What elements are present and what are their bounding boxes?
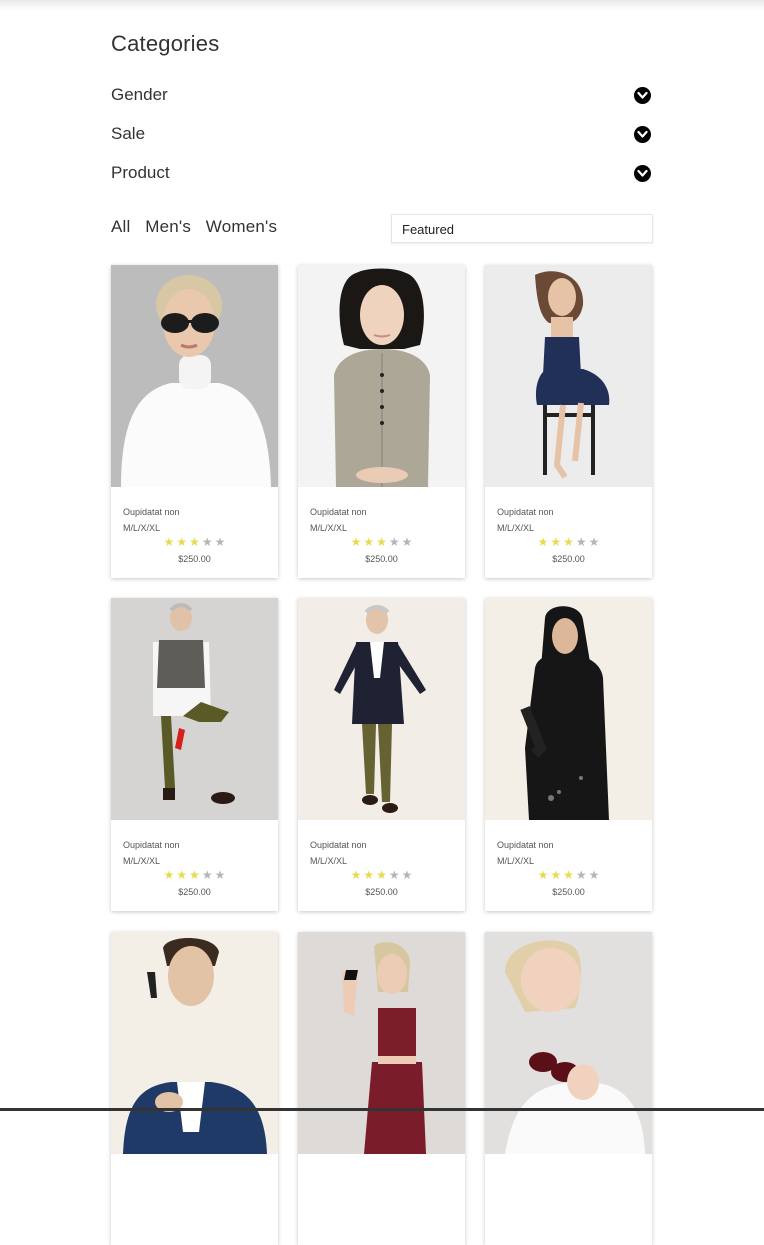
category-label: Sale [111, 124, 146, 143]
product-image [298, 265, 465, 487]
product-card[interactable]: Oupidatat non M/L/X/XL ★ ★ ★ ★ ★ $250.00 [485, 598, 652, 911]
product-card[interactable] [298, 932, 465, 1245]
product-card[interactable]: Oupidatat non M/L/X/XL ★ ★ ★ ★ ★ $250.00 [298, 598, 465, 911]
category-label: Product [111, 163, 170, 182]
star-filled-icon: ★ [376, 868, 387, 882]
star-filled-icon: ★ [176, 868, 188, 882]
product-sizes: M/L/X/XL [123, 856, 161, 866]
star-empty-icon: ★ [575, 535, 587, 549]
chevron-down-icon[interactable] [634, 87, 651, 104]
category-sale[interactable]: Sale [111, 122, 653, 148]
product-price: $250.00 [178, 554, 211, 564]
category-label: Gender [111, 85, 168, 104]
star-filled-icon: ★ [537, 868, 549, 882]
product-rating: ★ ★ ★ ★ ★ [485, 868, 652, 882]
product-price: $250.00 [552, 887, 585, 897]
product-sizes: M/L/X/XL [310, 856, 348, 866]
sort-select[interactable]: Featured [391, 214, 653, 243]
star-empty-icon: ★ [588, 535, 600, 549]
category-product[interactable]: Product [111, 161, 653, 187]
filter-tab-womens[interactable]: Women's [206, 217, 277, 236]
product-sizes: M/L/X/XL [497, 856, 535, 866]
star-filled-icon: ★ [163, 868, 175, 882]
star-empty-icon: ★ [588, 868, 600, 882]
star-filled-icon: ★ [563, 535, 574, 549]
star-filled-icon: ★ [563, 868, 574, 882]
product-name: Oupidatat non [497, 840, 554, 850]
product-image [298, 598, 465, 820]
star-filled-icon: ★ [189, 868, 200, 882]
chevron-down-icon[interactable] [634, 165, 651, 182]
product-price: $250.00 [365, 554, 398, 564]
product-rating: ★ ★ ★ ★ ★ [298, 868, 465, 882]
star-empty-icon: ★ [201, 868, 213, 882]
star-filled-icon: ★ [189, 535, 200, 549]
product-price: $250.00 [178, 887, 211, 897]
star-filled-icon: ★ [537, 535, 549, 549]
product-image [485, 598, 652, 820]
star-empty-icon: ★ [201, 535, 213, 549]
filter-tab-all[interactable]: All [111, 217, 131, 236]
star-filled-icon: ★ [363, 868, 375, 882]
top-shadow [0, 0, 764, 10]
product-image [111, 265, 278, 487]
star-empty-icon: ★ [401, 535, 413, 549]
star-empty-icon: ★ [388, 868, 400, 882]
star-empty-icon: ★ [214, 868, 226, 882]
product-name: Oupidatat non [497, 507, 554, 517]
star-empty-icon: ★ [401, 868, 413, 882]
product-rating: ★ ★ ★ ★ ★ [111, 535, 278, 549]
star-filled-icon: ★ [363, 535, 375, 549]
product-name: Oupidatat non [310, 840, 367, 850]
star-filled-icon: ★ [550, 868, 562, 882]
star-filled-icon: ★ [163, 535, 175, 549]
product-image [485, 265, 652, 487]
star-filled-icon: ★ [550, 535, 562, 549]
sort-select-value: Featured [402, 222, 455, 237]
star-filled-icon: ★ [350, 868, 362, 882]
categories-title: Categories [111, 31, 220, 56]
category-gender[interactable]: Gender [111, 83, 653, 109]
filter-tabs: All Men's Women's [111, 217, 287, 237]
chevron-down-icon[interactable] [634, 126, 651, 143]
star-filled-icon: ★ [176, 535, 188, 549]
star-empty-icon: ★ [388, 535, 400, 549]
product-card[interactable]: Oupidatat non M/L/X/XL ★ ★ ★ ★ ★ $250.00 [485, 265, 652, 578]
product-name: Oupidatat non [123, 507, 180, 517]
product-card[interactable] [111, 932, 278, 1245]
star-empty-icon: ★ [214, 535, 226, 549]
product-sizes: M/L/X/XL [310, 523, 348, 533]
product-card[interactable]: Oupidatat non M/L/X/XL ★ ★ ★ ★ ★ $250.00 [111, 598, 278, 911]
product-rating: ★ ★ ★ ★ ★ [298, 535, 465, 549]
product-card[interactable]: Oupidatat non M/L/X/XL ★ ★ ★ ★ ★ $250.00 [298, 265, 465, 578]
product-card[interactable] [485, 932, 652, 1245]
product-image [485, 932, 652, 1154]
product-rating: ★ ★ ★ ★ ★ [485, 535, 652, 549]
star-filled-icon: ★ [350, 535, 362, 549]
product-sizes: M/L/X/XL [123, 523, 161, 533]
star-empty-icon: ★ [575, 868, 587, 882]
product-price: $250.00 [365, 887, 398, 897]
star-filled-icon: ★ [376, 535, 387, 549]
product-sizes: M/L/X/XL [497, 523, 535, 533]
product-name: Oupidatat non [123, 840, 180, 850]
product-price: $250.00 [552, 554, 585, 564]
product-card[interactable]: Oupidatat non M/L/X/XL ★ ★ ★ ★ ★ $250.00 [111, 265, 278, 578]
product-rating: ★ ★ ★ ★ ★ [111, 868, 278, 882]
filter-tab-mens[interactable]: Men's [145, 217, 191, 236]
product-name: Oupidatat non [310, 507, 367, 517]
product-image [298, 932, 465, 1154]
product-image [111, 932, 278, 1154]
product-image [111, 598, 278, 820]
